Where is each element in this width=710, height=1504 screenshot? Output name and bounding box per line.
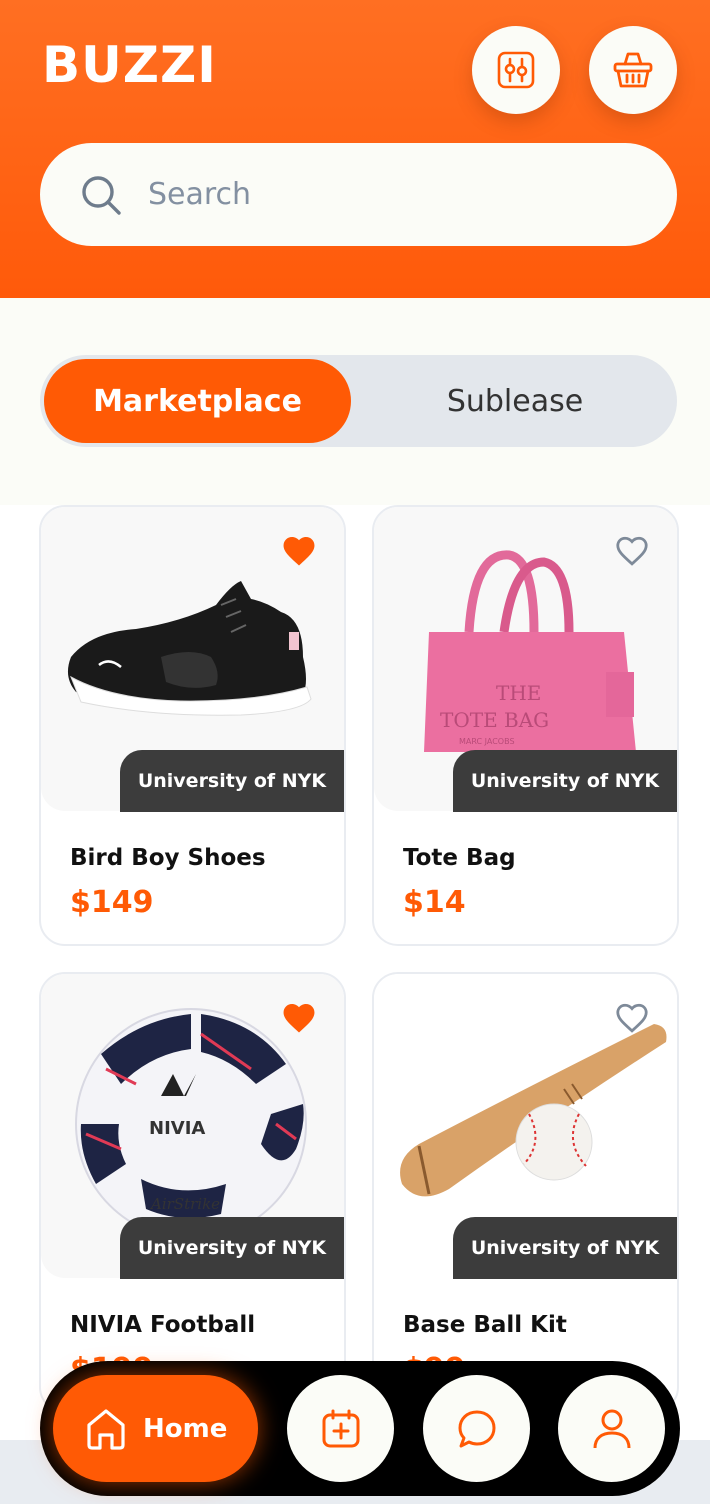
product-name: Base Ball Kit [403, 1312, 567, 1338]
calendar-add-icon [322, 1409, 359, 1447]
app-logo: BUZZI [42, 36, 217, 94]
nav-home-button[interactable]: Home [53, 1375, 258, 1482]
product-name: Tote Bag [403, 845, 516, 871]
product-price: $149 [70, 885, 154, 920]
bag-print-the: THE [496, 681, 541, 705]
school-tag: University of NYK [120, 750, 344, 812]
ball-print-model: AirStrike [149, 1195, 220, 1213]
category-toggle: Marketplace Sublease [40, 355, 677, 447]
header: BUZZI [0, 0, 710, 298]
product-card[interactable]: THE TOTE BAG MARC JACOBS University of N… [372, 505, 679, 946]
home-icon [87, 1408, 125, 1450]
product-card[interactable]: University of NYK Bird Boy Shoes $149 [39, 505, 346, 946]
bag-print-tote-bag: TOTE BAG [440, 708, 549, 732]
heart-outline-icon[interactable] [613, 533, 651, 567]
product-price: $14 [403, 885, 466, 920]
chat-icon [458, 1410, 495, 1447]
basket-icon [613, 52, 653, 88]
filter-button[interactable] [472, 26, 560, 114]
heart-outline-icon[interactable] [613, 1000, 651, 1034]
bag-print-brand: MARC JACOBS [459, 737, 515, 746]
nav-add-listing-button[interactable] [287, 1375, 394, 1482]
school-tag: University of NYK [120, 1217, 344, 1279]
ball-print-brand: NIVIA [149, 1118, 205, 1139]
heart-filled-icon[interactable] [280, 533, 318, 567]
school-tag: University of NYK [453, 750, 677, 812]
nav-home-label: Home [143, 1413, 228, 1444]
tab-marketplace[interactable]: Marketplace [44, 359, 351, 443]
tab-sublease[interactable]: Sublease [360, 359, 670, 443]
nav-profile-button[interactable] [558, 1375, 665, 1482]
school-tag: University of NYK [453, 1217, 677, 1279]
product-name: Bird Boy Shoes [70, 845, 266, 871]
product-name: NIVIA Football [70, 1312, 256, 1338]
bottom-navigation: Home [40, 1361, 680, 1496]
basket-button[interactable] [589, 26, 677, 114]
search-bar[interactable] [40, 143, 677, 246]
product-card[interactable]: NIVIA AirStrike University of NYK NIVIA … [39, 972, 346, 1413]
search-icon [82, 175, 121, 215]
search-input[interactable] [148, 177, 628, 212]
filter-sliders-icon [497, 51, 535, 89]
profile-icon [593, 1409, 630, 1448]
heart-filled-icon[interactable] [280, 1000, 318, 1034]
nav-chat-button[interactable] [423, 1375, 530, 1482]
product-card[interactable]: University of NYK Base Ball Kit $99 [372, 972, 679, 1413]
